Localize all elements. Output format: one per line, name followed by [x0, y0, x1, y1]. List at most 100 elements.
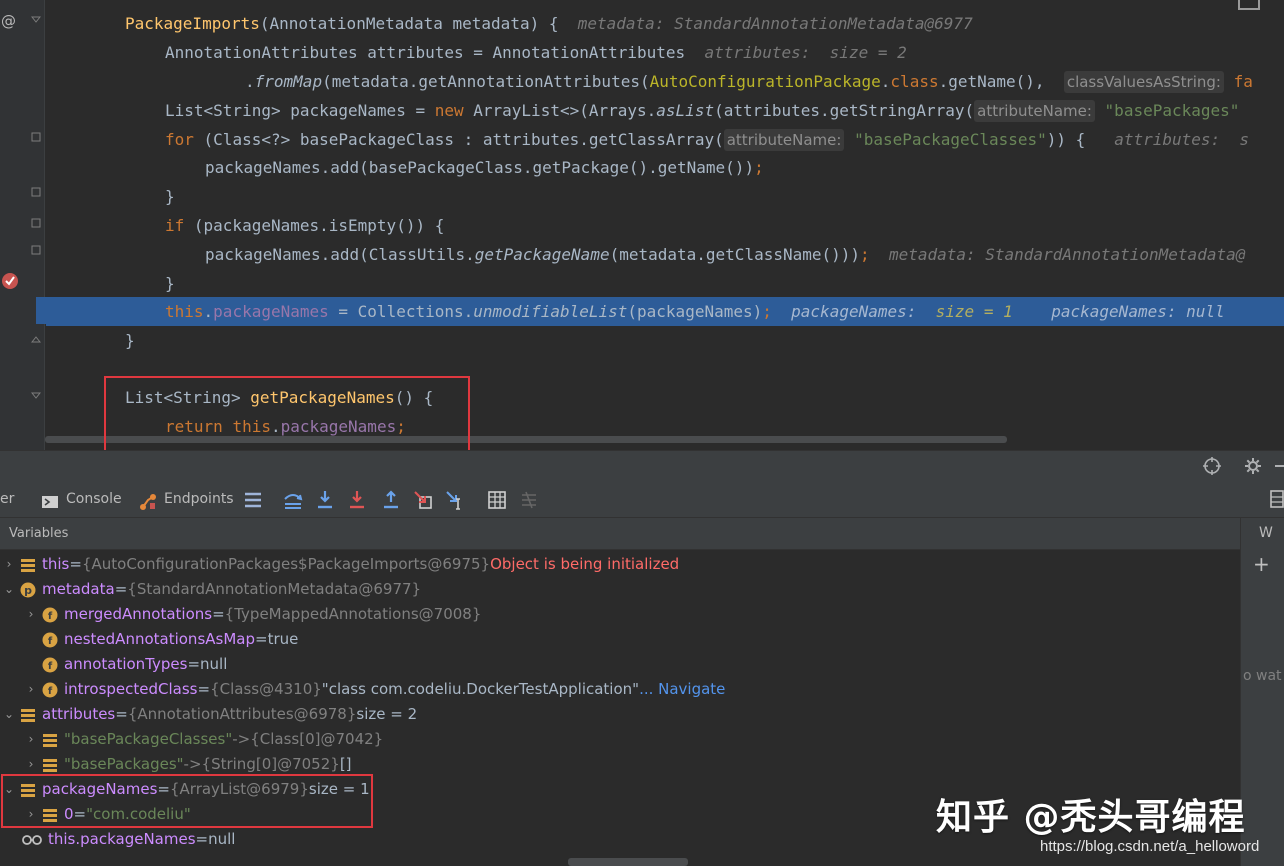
csdn-url-watermark: https://blog.csdn.net/a_helloword	[1040, 838, 1260, 855]
parameter-hint: attributeName:	[723, 129, 845, 151]
code-line[interactable]: List<String> packageNames = new ArrayLis…	[46, 96, 1284, 125]
breakpoint-icon[interactable]	[1, 272, 19, 290]
tab-console-label: Console	[66, 491, 122, 507]
variable-row[interactable]: › f introspectedClass = {Class@4310} "cl…	[24, 677, 726, 702]
code-token: unmodifiableList	[473, 302, 628, 321]
run-to-cursor-icon[interactable]	[444, 489, 466, 511]
gear-icon[interactable]	[1243, 456, 1263, 476]
inline-debug-value: metadata: StandardAnnotationMetadata@	[888, 245, 1246, 264]
variable-name: "basePackageClasses"	[64, 730, 233, 748]
code-token: }	[165, 274, 175, 293]
variable-row[interactable]: ⌄ attributes = {AnnotationAttributes@697…	[2, 702, 417, 727]
step-into-icon[interactable]	[346, 489, 368, 511]
code-line[interactable]: AnnotationAttributes attributes = Annota…	[46, 38, 1284, 67]
object-list-icon	[21, 708, 35, 722]
code-line[interactable]: packageNames.add(ClassUtils.getPackageNa…	[46, 240, 1284, 269]
code-line[interactable]: }	[46, 326, 1284, 355]
step-over-icon[interactable]	[314, 489, 336, 511]
object-list-icon	[43, 733, 57, 747]
navigate-link[interactable]: ... Navigate	[639, 677, 725, 702]
code-line[interactable]: if (packageNames.isEmpty()) {	[46, 211, 1284, 240]
collapse-arrow-icon[interactable]: ⌄	[2, 702, 16, 727]
code-line[interactable]: .fromMap(metadata.getAnnotationAttribute…	[46, 67, 1284, 96]
watch-row[interactable]: this.packageNames = null	[8, 827, 235, 852]
code-token: ;	[762, 302, 772, 321]
code-line[interactable]: }	[46, 182, 1284, 211]
fold-arrow-icon[interactable]	[31, 218, 41, 228]
parameter-hint: classValuesAsString:	[1063, 71, 1224, 93]
code-token: asList	[656, 101, 715, 120]
show-execution-point-icon[interactable]	[282, 489, 304, 511]
fold-arrow-icon[interactable]	[31, 245, 41, 255]
code-token: }	[165, 187, 175, 206]
variable-name: this.packageNames	[48, 830, 196, 848]
more-options-icon[interactable]	[1262, 488, 1284, 510]
inline-debug-value: metadata: StandardAnnotationMetadata@697…	[577, 14, 973, 33]
code-token: getPackageName	[474, 245, 610, 264]
expand-arrow-icon[interactable]: ›	[24, 677, 38, 702]
variable-value: true	[267, 630, 299, 648]
highlight-box-getter	[104, 376, 470, 450]
variable-separator: =	[197, 680, 211, 698]
fold-arrow-icon[interactable]	[31, 392, 41, 402]
evaluate-expression-icon[interactable]	[486, 489, 508, 511]
variable-row[interactable]: › f mergedAnnotations = {TypeMappedAnnot…	[24, 602, 482, 627]
expand-arrow-icon[interactable]: ›	[2, 552, 16, 577]
expand-arrow-icon[interactable]: ›	[24, 602, 38, 627]
fold-arrow-icon[interactable]	[31, 334, 41, 344]
parameter-icon: p	[20, 582, 36, 597]
code-token: .	[203, 302, 214, 321]
tab-endpoints[interactable]: Endpoints	[138, 480, 234, 518]
minimize-icon[interactable]	[1270, 456, 1284, 476]
crosshair-icon[interactable]	[1202, 456, 1222, 476]
variable-value: null	[208, 830, 236, 848]
collapse-arrow-icon[interactable]: ⌄	[2, 577, 16, 602]
variable-row[interactable]: › "basePackageClasses" -> {Class[0]@7042…	[24, 727, 384, 752]
variable-row[interactable]: f annotationTypes = null	[24, 652, 227, 677]
expand-arrow-icon[interactable]: ›	[24, 727, 38, 752]
variable-separator: =	[255, 630, 268, 648]
code-token: (metadata.getAnnotationAttributes(	[322, 72, 650, 91]
code-token: new	[434, 101, 464, 120]
variable-row[interactable]: f nestedAnnotationsAsMap = true	[24, 627, 298, 652]
code-token: (metadata.getClassName()))	[609, 245, 861, 264]
current-execution-line[interactable]: this.packageNames = Collections.unmodifi…	[46, 297, 1284, 326]
code-token: (AnnotationMetadata metadata) {	[259, 14, 559, 33]
tab-console[interactable]: Console	[40, 480, 122, 518]
code-token: this	[165, 302, 204, 321]
code-token: ;	[860, 245, 870, 264]
variable-separator: =	[187, 655, 201, 673]
variable-row[interactable]: › this = {AutoConfigurationPackages$Pack…	[2, 552, 680, 577]
fold-arrow-icon[interactable]	[31, 132, 41, 142]
variables-horizontal-scrollbar[interactable]	[568, 858, 688, 866]
code-token: .getName(),	[938, 72, 1045, 91]
variable-name: attributes	[42, 705, 116, 723]
code-line[interactable]: }	[46, 269, 1284, 298]
variable-separator: =	[195, 830, 209, 848]
fold-arrow-icon[interactable]	[31, 16, 41, 26]
tab-debugger[interactable]: er	[0, 480, 14, 518]
variables-title: Variables	[9, 526, 69, 541]
drop-frame-icon[interactable]	[412, 489, 434, 511]
code-token: "basePackageClasses"	[854, 130, 1047, 149]
trace-stream-icon[interactable]	[518, 489, 540, 511]
editor-gutter[interactable]: @	[0, 0, 45, 450]
add-watch-button[interactable]: +	[1253, 552, 1270, 576]
field-icon: f	[42, 657, 58, 672]
code-line[interactable]: PackageImports(AnnotationMetadata metada…	[46, 9, 1284, 38]
object-list-icon	[21, 558, 35, 572]
fold-arrow-icon[interactable]	[31, 187, 41, 197]
layout-menu-icon[interactable]	[242, 489, 264, 511]
code-token: .	[245, 72, 255, 91]
variable-row[interactable]: ⌄ p metadata = {StandardAnnotationMetada…	[2, 577, 421, 602]
watches-panel[interactable]: W + o wat	[1240, 518, 1284, 866]
code-line[interactable]: for (Class<?> basePackageClass : attribu…	[46, 125, 1284, 154]
zhihu-watermark: 知乎 @秃头哥编程	[936, 797, 1246, 838]
step-out-icon[interactable]	[380, 489, 402, 511]
code-token: for	[165, 130, 194, 149]
code-token: (attributes.getStringArray(	[714, 101, 975, 120]
code-editor[interactable]: @ PackageImports(AnnotationMetadata meta…	[0, 0, 1284, 450]
execution-line-marker	[36, 297, 46, 324]
svg-text:f: f	[48, 661, 53, 672]
code-line[interactable]: packageNames.add(basePackageClass.getPac…	[46, 153, 1284, 182]
